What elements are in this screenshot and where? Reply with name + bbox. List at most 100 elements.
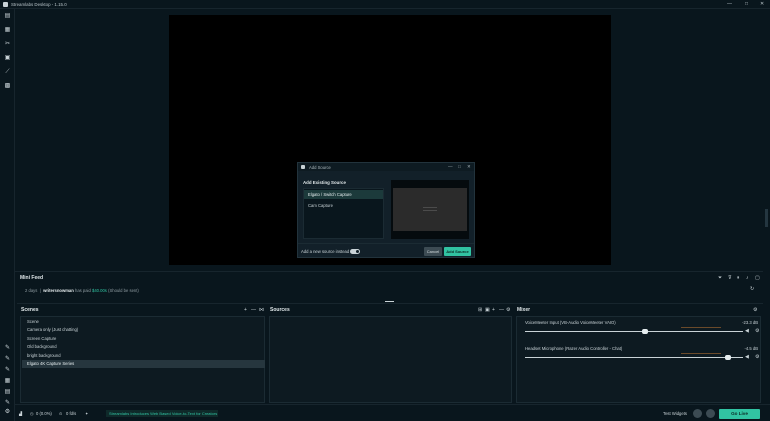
minimize-button[interactable]: — (727, 1, 732, 7)
source-preview-thumbnail (391, 180, 469, 239)
mute-icon[interactable]: ♪ (746, 275, 749, 281)
title-bar: Streamlabs Desktop - 1.15.0 — □ ✕ (0, 0, 770, 9)
performance-icon[interactable]: ▟ (19, 411, 22, 416)
source-group-icon[interactable]: ▣ (485, 307, 490, 313)
layout-icon[interactable]: ✎ (4, 367, 11, 374)
source-option[interactable]: Cam Capture (304, 201, 383, 210)
source-option[interactable]: Elgato / Switch Capture (304, 190, 383, 199)
editor-icon[interactable]: ▤ (4, 13, 11, 20)
dialog-close-button[interactable]: ✕ (467, 164, 471, 170)
mixer-settings-icon[interactable]: ⚙ (753, 307, 757, 313)
apps-icon[interactable]: ▩ (4, 83, 11, 90)
channel-meter (681, 327, 721, 328)
refresh-icon[interactable]: ↻ (750, 286, 754, 292)
dock-resize-handle[interactable] (385, 301, 394, 302)
scene-item[interactable]: Elgato 4K Capture Series (22, 360, 265, 368)
dialog-minimize-button[interactable]: — (448, 164, 453, 169)
remove-source-icon[interactable]: — (499, 307, 504, 313)
source-preview-image (393, 188, 467, 231)
go-live-button[interactable]: Go Live (719, 409, 760, 419)
scene-item[interactable]: Old background (22, 343, 265, 351)
feed-name: writersnowman (43, 288, 74, 293)
preview-placeholder-icon (423, 207, 437, 211)
existing-source-list: Elgato / Switch Capture Cam Capture (303, 188, 384, 239)
remove-scene-icon[interactable]: — (251, 307, 256, 313)
sources-title: Sources (270, 307, 290, 313)
mini-feed: Mini Feed ⏷ ⊽ ⏸ ♪ ▢ 2 days | writersnowm… (15, 271, 763, 297)
scene-item[interactable]: Camera only (Just chatting) (22, 326, 265, 334)
sources-panel: Sources ⊞ ▣ + — ⚙ (266, 303, 513, 404)
fps-value: 0 fd/s (66, 411, 77, 416)
gear-icon[interactable]: ⚙ (4, 409, 11, 416)
filter-icon[interactable]: ⏷ (718, 275, 722, 281)
funnel-icon[interactable]: ⊽ (728, 275, 732, 281)
news-notification[interactable]: Streamlabs Introduces Web Based Voice-to… (106, 410, 218, 417)
scene-settings-icon[interactable]: ⋈ (259, 307, 264, 313)
add-source-icon[interactable]: + (492, 307, 495, 313)
channel-name: Headset Microphone (Razer Audio Controll… (525, 346, 623, 351)
feed-action: has paid (74, 288, 91, 293)
source-folder-icon[interactable]: ⊞ (478, 307, 482, 313)
highlighter-icon[interactable]: ✎ (4, 356, 11, 363)
add-source-dialog: Add Source — □ ✕ Add Existing Source Elg… (297, 162, 475, 258)
tools-icon[interactable]: ✂ (4, 41, 11, 48)
add-scene-icon[interactable]: + (244, 307, 247, 313)
close-button[interactable]: ✕ (760, 1, 764, 7)
scrollbar-handle[interactable] (765, 209, 768, 227)
test-widget-circle-icon[interactable] (693, 409, 702, 418)
scenes-panel: Scenes + — ⋈ Scene Camera only (Just cha… (17, 303, 266, 404)
cpu-usage: 0 (0.0%) (36, 411, 52, 416)
window-title: Streamlabs Desktop - 1.15.0 (11, 2, 67, 7)
dialog-title: Add Source (309, 165, 331, 170)
volume-slider[interactable] (525, 331, 743, 332)
channel-meter (681, 353, 721, 354)
cpu-icon: ◷ (30, 411, 34, 416)
record-icon[interactable] (706, 409, 715, 418)
volume-slider-knob[interactable] (724, 355, 731, 360)
new-source-toggle[interactable] (350, 249, 360, 254)
cloudbot-icon[interactable]: ▤ (4, 389, 11, 396)
feed-extra: (Should be sent) (108, 288, 139, 293)
dashboard-icon[interactable]: ▦ (4, 378, 11, 385)
volume-slider-knob[interactable] (641, 329, 648, 334)
scene-list: Scene Camera only (Just chatting) Screen… (20, 316, 265, 403)
dialog-heading: Add Existing Source (303, 180, 346, 185)
speaker-icon[interactable]: ◀ (745, 328, 749, 334)
scene-item[interactable]: Screen Capture (22, 335, 265, 343)
add-source-button[interactable]: Add Source (444, 247, 471, 256)
channel-settings-icon[interactable]: ⚙ (755, 354, 759, 360)
profile-icon[interactable]: ✎ (4, 400, 11, 407)
speaker-icon[interactable]: ◀ (745, 354, 749, 360)
app-logo-icon (3, 2, 8, 7)
notification-icon: ✦ (85, 411, 89, 416)
feed-amount: $40.00s (92, 288, 107, 293)
stats-icon[interactable]: ⟋ (4, 69, 11, 76)
maximize-button[interactable]: □ (745, 1, 748, 7)
settings-icon[interactable]: ✎ (4, 345, 11, 352)
dialog-maximize-button[interactable]: □ (458, 164, 461, 169)
test-widgets-button[interactable]: Test Widgets (663, 411, 687, 416)
scenes-title: Scenes (21, 307, 39, 313)
mixer-body: VoiceMeeter Input (VB-Audio VoiceMeeter … (516, 316, 761, 403)
feed-item: 2 days | writersnowman has paid $40.00s … (25, 288, 139, 293)
feed-time: 2 days (25, 288, 38, 293)
cancel-button[interactable]: Cancel (424, 247, 442, 256)
dialog-app-icon (301, 165, 305, 169)
source-list (269, 316, 512, 403)
scene-item[interactable]: bright background (22, 352, 265, 360)
new-source-toggle-label: Add a new source instead (301, 249, 350, 254)
fps-icon: ⊙ (59, 411, 63, 416)
scene-item[interactable]: Scene (22, 318, 265, 326)
volume-slider[interactable] (525, 357, 743, 358)
pause-icon[interactable]: ⏸ (737, 275, 740, 281)
source-settings-icon[interactable]: ⚙ (506, 307, 510, 313)
channel-db: -23.3 dB (742, 320, 758, 325)
popout-icon[interactable]: ▢ (755, 275, 760, 281)
channel-settings-icon[interactable]: ⚙ (755, 328, 759, 334)
preview-scrollbar[interactable] (763, 9, 770, 266)
themes-icon[interactable]: ▦ (4, 27, 11, 34)
mini-feed-title: Mini Feed (20, 275, 44, 281)
toggle-knob (356, 250, 359, 253)
store-icon[interactable]: ▣ (4, 55, 11, 62)
sidebar: ▤ ▦ ✂ ▣ ⟋ ▩ ✎ ✎ ✎ ▦ ▤ ✎ ⚙ (0, 9, 15, 421)
